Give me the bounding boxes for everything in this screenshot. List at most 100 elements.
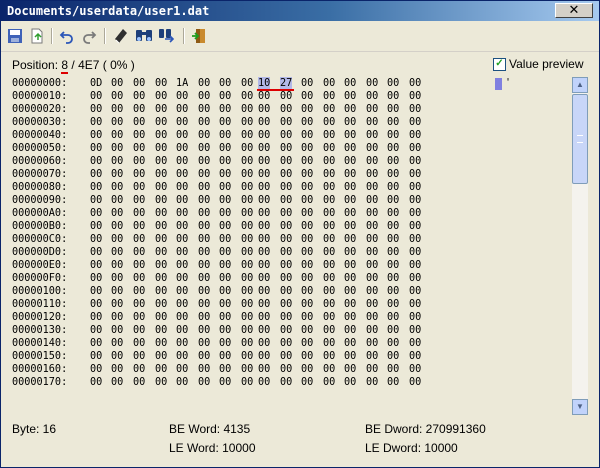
- hex-byte[interactable]: 00: [90, 350, 102, 363]
- hex-byte[interactable]: 00: [133, 272, 145, 285]
- hex-byte[interactable]: 00: [323, 285, 335, 298]
- hex-byte[interactable]: 00: [301, 376, 313, 389]
- hex-byte[interactable]: 00: [301, 116, 313, 129]
- hex-byte[interactable]: 00: [258, 194, 270, 207]
- hex-byte[interactable]: 00: [387, 272, 399, 285]
- hex-byte[interactable]: 00: [258, 181, 270, 194]
- hex-byte[interactable]: 00: [258, 246, 270, 259]
- hex-byte[interactable]: 00: [111, 376, 123, 389]
- hex-byte[interactable]: 00: [241, 142, 253, 155]
- hex-byte[interactable]: 00: [301, 337, 313, 350]
- hex-byte[interactable]: 00: [176, 246, 188, 259]
- hex-byte[interactable]: 00: [219, 168, 231, 181]
- hex-byte[interactable]: 00: [133, 246, 145, 259]
- hex-byte[interactable]: 00: [323, 220, 335, 233]
- hex-byte[interactable]: 00: [176, 142, 188, 155]
- hex-byte[interactable]: 00: [155, 298, 167, 311]
- hex-byte[interactable]: 00: [241, 194, 253, 207]
- hex-byte[interactable]: 00: [344, 246, 356, 259]
- hex-byte[interactable]: 00: [366, 142, 378, 155]
- hex-byte[interactable]: 00: [323, 337, 335, 350]
- hex-byte[interactable]: 00: [219, 285, 231, 298]
- hex-byte[interactable]: 00: [323, 77, 335, 90]
- hex-byte[interactable]: 00: [111, 142, 123, 155]
- hex-byte[interactable]: 00: [258, 376, 270, 389]
- hex-byte[interactable]: 00: [301, 77, 313, 90]
- hex-row[interactable]: 00000100: 00 00 00 00 00 00 00 00 00 00 00 00 00 00 00 0…: [12, 285, 490, 298]
- hex-byte[interactable]: 00: [155, 168, 167, 181]
- hex-byte[interactable]: 00: [409, 155, 421, 168]
- hex-byte[interactable]: 00: [344, 285, 356, 298]
- hex-byte[interactable]: 00: [198, 246, 210, 259]
- value-preview-toggle[interactable]: ✓ Value preview: [493, 57, 583, 71]
- hex-byte[interactable]: 00: [176, 363, 188, 376]
- hex-byte[interactable]: 00: [366, 272, 378, 285]
- hex-byte[interactable]: 00: [366, 311, 378, 324]
- hex-byte[interactable]: 00: [155, 129, 167, 142]
- hex-byte[interactable]: 00: [301, 90, 313, 103]
- hex-byte[interactable]: 00: [111, 220, 123, 233]
- hex-byte[interactable]: 00: [111, 363, 123, 376]
- hex-byte[interactable]: 00: [241, 129, 253, 142]
- hex-byte[interactable]: 00: [366, 116, 378, 129]
- hex-row[interactable]: 00000020: 00 00 00 00 00 00 00 00 00 00 00 00 00 00 00 0…: [12, 103, 490, 116]
- hex-byte[interactable]: 00: [219, 350, 231, 363]
- hex-byte[interactable]: 00: [198, 168, 210, 181]
- hex-byte[interactable]: 00: [387, 77, 399, 90]
- hex-byte[interactable]: 00: [280, 103, 292, 116]
- hex-byte[interactable]: 00: [219, 246, 231, 259]
- hex-byte[interactable]: 00: [241, 246, 253, 259]
- hex-byte[interactable]: 00: [241, 285, 253, 298]
- hex-byte[interactable]: 00: [198, 194, 210, 207]
- hex-byte[interactable]: 00: [176, 272, 188, 285]
- hex-byte[interactable]: 00: [409, 103, 421, 116]
- hex-byte[interactable]: 00: [90, 259, 102, 272]
- hex-byte[interactable]: 00: [90, 207, 102, 220]
- hex-byte[interactable]: 00: [344, 181, 356, 194]
- hex-byte[interactable]: 00: [409, 168, 421, 181]
- hex-byte[interactable]: 00: [258, 324, 270, 337]
- hex-byte[interactable]: 00: [133, 324, 145, 337]
- hex-byte[interactable]: 00: [323, 116, 335, 129]
- hex-byte[interactable]: 00: [301, 207, 313, 220]
- hex-byte[interactable]: 00: [409, 311, 421, 324]
- hex-byte[interactable]: 00: [409, 233, 421, 246]
- hex-byte[interactable]: 00: [366, 90, 378, 103]
- hex-byte[interactable]: 00: [366, 233, 378, 246]
- hex-byte[interactable]: 00: [219, 103, 231, 116]
- hex-byte[interactable]: 00: [219, 298, 231, 311]
- hex-byte[interactable]: 00: [155, 116, 167, 129]
- hex-byte[interactable]: 00: [90, 272, 102, 285]
- hex-row[interactable]: 000000C0: 00 00 00 00 00 00 00 00 00 00 00 00 00 00 00 0…: [12, 233, 490, 246]
- hex-byte[interactable]: 00: [366, 350, 378, 363]
- hex-byte[interactable]: 00: [387, 259, 399, 272]
- hex-byte[interactable]: 00: [176, 155, 188, 168]
- hex-row[interactable]: 00000060: 00 00 00 00 00 00 00 00 00 00 00 00 00 00 00 0…: [12, 155, 490, 168]
- hex-byte[interactable]: 00: [219, 337, 231, 350]
- hex-byte[interactable]: 00: [219, 90, 231, 103]
- hex-byte[interactable]: 00: [155, 220, 167, 233]
- hex-row[interactable]: 00000000: 0D 00 00 00 1A 00 00 00 10 27 00 00 00 00 00 0…: [12, 77, 490, 90]
- hex-byte[interactable]: 00: [176, 220, 188, 233]
- hex-byte[interactable]: 00: [409, 181, 421, 194]
- hex-byte[interactable]: 00: [323, 90, 335, 103]
- hex-byte[interactable]: 00: [198, 220, 210, 233]
- hex-byte[interactable]: 00: [198, 376, 210, 389]
- hex-byte[interactable]: 00: [344, 272, 356, 285]
- hex-byte[interactable]: 00: [176, 103, 188, 116]
- hex-byte[interactable]: 00: [344, 363, 356, 376]
- hex-byte[interactable]: 00: [155, 207, 167, 220]
- hex-byte[interactable]: 00: [176, 90, 188, 103]
- hex-byte[interactable]: 00: [258, 142, 270, 155]
- hex-byte[interactable]: 00: [387, 220, 399, 233]
- hex-byte[interactable]: 00: [258, 207, 270, 220]
- export-button[interactable]: [27, 26, 47, 46]
- hex-byte[interactable]: 00: [90, 311, 102, 324]
- hex-byte[interactable]: 00: [219, 233, 231, 246]
- hex-byte[interactable]: 00: [301, 194, 313, 207]
- hex-byte[interactable]: 00: [155, 246, 167, 259]
- hex-byte[interactable]: 00: [409, 259, 421, 272]
- hex-row[interactable]: 00000160: 00 00 00 00 00 00 00 00 00 00 00 00 00 00 00 0…: [12, 363, 490, 376]
- hex-row[interactable]: 000000E0: 00 00 00 00 00 00 00 00 00 00 00 00 00 00 00 0…: [12, 259, 490, 272]
- hex-byte[interactable]: 00: [155, 142, 167, 155]
